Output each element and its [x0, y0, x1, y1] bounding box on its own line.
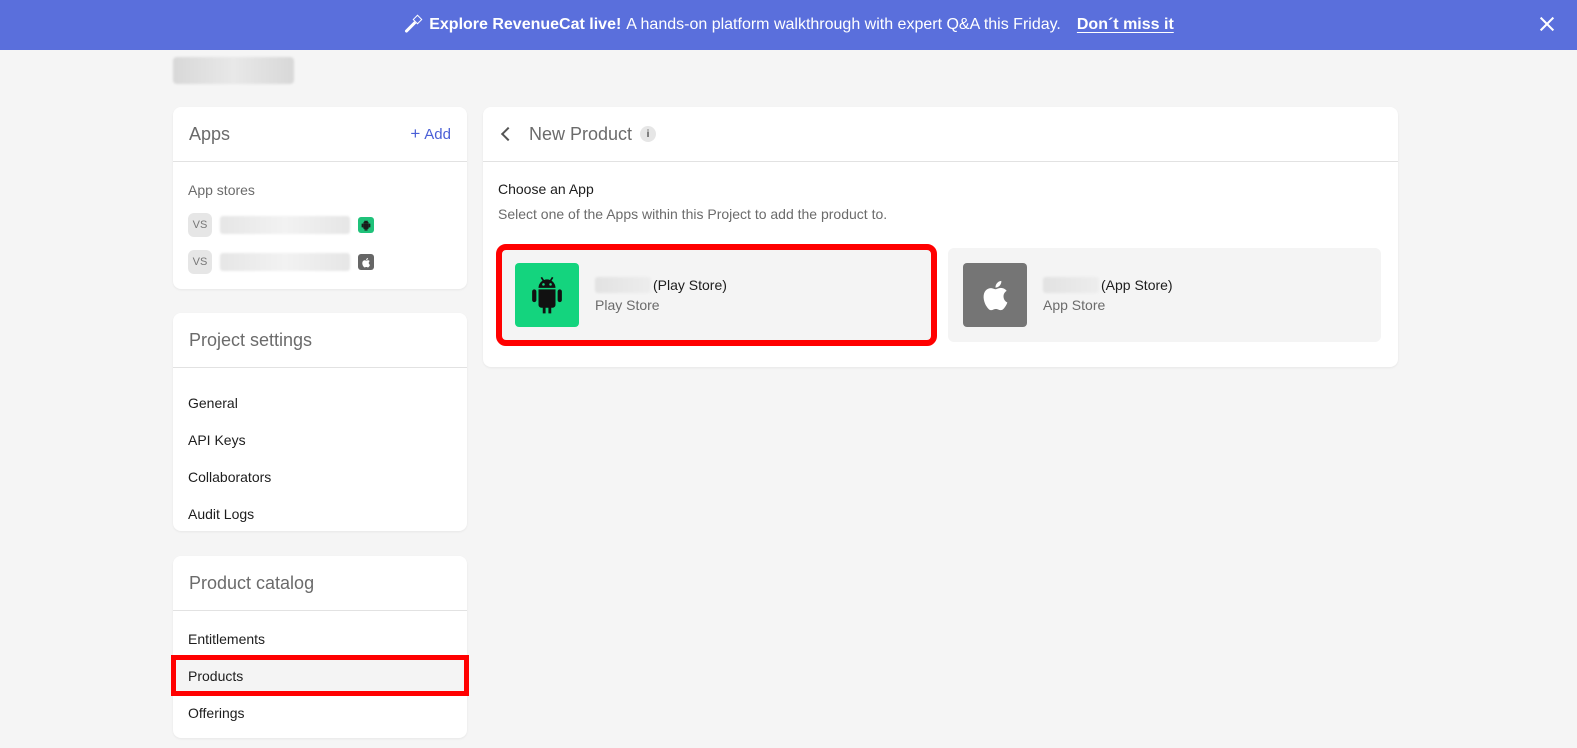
banner-message: A hands-on platform walkthrough with exp…: [626, 16, 1061, 33]
nav-item-entitlements[interactable]: Entitlements: [173, 620, 467, 657]
app-option-store-suffix: (App Store): [1101, 277, 1173, 293]
apps-panel: Apps + Add App stores VS VS: [173, 107, 467, 289]
project-name-redacted[interactable]: [173, 57, 294, 84]
app-option-name: (App Store): [1043, 277, 1173, 293]
app-option-play-store[interactable]: (Play Store) Play Store: [496, 244, 937, 346]
android-icon: [515, 263, 579, 327]
product-catalog-nav: Entitlements Products Offerings: [171, 611, 469, 731]
app-option-store: Play Store: [595, 297, 660, 313]
nav-item-api-keys[interactable]: API Keys: [173, 421, 467, 458]
app-stores-label: App stores: [188, 182, 255, 198]
add-app-label: Add: [424, 126, 451, 143]
app-option-store-suffix: (Play Store): [653, 277, 727, 293]
app-option-name: (Play Store): [595, 277, 727, 293]
app-list-item-android[interactable]: VS: [188, 213, 374, 237]
app-list-item-ios[interactable]: VS: [188, 250, 374, 274]
apple-icon: [963, 263, 1027, 327]
app-name-redacted: [1043, 277, 1099, 293]
apple-icon: [358, 254, 374, 270]
app-name-redacted: [220, 216, 350, 234]
project-settings-header: Project settings: [173, 313, 467, 368]
new-product-header: New Product i: [483, 107, 1398, 162]
banner-headline: Explore RevenueCat live!: [429, 16, 622, 33]
back-chevron-icon[interactable]: [500, 126, 516, 142]
announcement-banner: Explore RevenueCat live! A hands-on plat…: [0, 0, 1577, 50]
app-option-app-store[interactable]: (App Store) App Store: [948, 248, 1381, 342]
banner-cta-link[interactable]: Don´t miss it: [1077, 16, 1174, 34]
project-settings-panel: Project settings General API Keys Collab…: [173, 313, 467, 531]
app-option-store: App Store: [1043, 297, 1106, 313]
project-settings-title: Project settings: [189, 329, 313, 350]
app-name-redacted: [595, 277, 651, 293]
app-option-text: (Play Store) Play Store: [595, 277, 727, 313]
product-catalog-header: Product catalog: [173, 556, 467, 611]
nav-item-audit-logs[interactable]: Audit Logs: [173, 495, 467, 532]
product-catalog-panel: Product catalog Entitlements Products Of…: [171, 556, 469, 738]
android-icon: [358, 217, 374, 233]
choose-app-title: Choose an App: [498, 181, 594, 197]
plus-icon: +: [410, 124, 421, 143]
project-settings-nav: General API Keys Collaborators Audit Log…: [173, 368, 467, 532]
magic-wand-icon: [403, 16, 421, 34]
product-catalog-title: Product catalog: [189, 572, 315, 593]
apps-panel-header: Apps + Add: [173, 107, 467, 162]
app-option-text: (App Store) App Store: [1043, 277, 1173, 313]
nav-item-collaborators[interactable]: Collaborators: [173, 458, 467, 495]
app-avatar: VS: [188, 213, 212, 237]
info-icon[interactable]: i: [640, 126, 657, 142]
close-icon[interactable]: [1537, 14, 1557, 34]
choose-app-subtitle: Select one of the Apps within this Proje…: [498, 206, 888, 222]
new-product-panel: New Product i Choose an App Select one o…: [483, 107, 1398, 367]
add-app-button[interactable]: + Add: [410, 124, 451, 144]
apps-panel-title: Apps: [189, 123, 231, 144]
nav-item-general[interactable]: General: [173, 384, 467, 421]
nav-item-products[interactable]: Products: [171, 655, 469, 696]
app-name-redacted: [220, 253, 350, 271]
nav-item-offerings[interactable]: Offerings: [173, 694, 467, 731]
app-avatar: VS: [188, 250, 212, 274]
page-title: New Product: [529, 123, 633, 144]
